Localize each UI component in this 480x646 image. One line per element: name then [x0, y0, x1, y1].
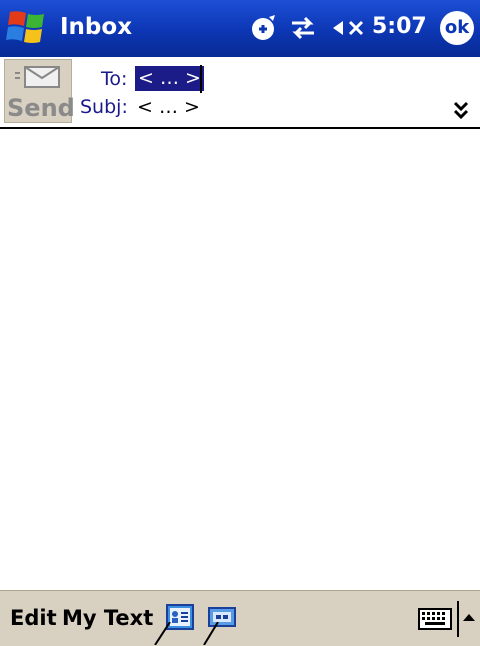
to-field[interactable]: < … > [135, 66, 204, 91]
send-label: Send [7, 94, 75, 122]
to-label[interactable]: To: [101, 68, 127, 90]
ok-button[interactable]: ok [440, 11, 474, 45]
subject-field[interactable]: < … > [137, 96, 200, 118]
menu-bar: Edit My Text [0, 590, 480, 646]
message-header: Send To: < … > Subj: < … > [0, 57, 480, 129]
my-text-menu[interactable]: My Text [62, 606, 153, 630]
windows-start-icon[interactable] [6, 8, 50, 48]
keyboard-icon[interactable] [418, 608, 452, 630]
title-bar: Inbox 5:07 ok [0, 0, 480, 57]
text-cursor [200, 65, 202, 93]
edit-menu[interactable]: Edit [10, 606, 57, 630]
app-title: Inbox [60, 14, 133, 40]
clock-time[interactable]: 5:07 [372, 14, 427, 39]
envelope-icon [15, 66, 60, 88]
callout-lines [154, 622, 219, 645]
up-arrow-icon[interactable] [462, 611, 476, 623]
send-button[interactable]: Send [4, 59, 75, 123]
message-body[interactable] [0, 129, 480, 590]
double-chevron-down-icon[interactable] [452, 99, 470, 121]
speaker-muted-icon[interactable] [330, 13, 368, 43]
menu-separator [457, 601, 459, 637]
satellite-icon[interactable] [249, 13, 279, 43]
subj-label[interactable]: Subj: [80, 96, 128, 118]
connectivity-icon[interactable] [288, 13, 318, 43]
